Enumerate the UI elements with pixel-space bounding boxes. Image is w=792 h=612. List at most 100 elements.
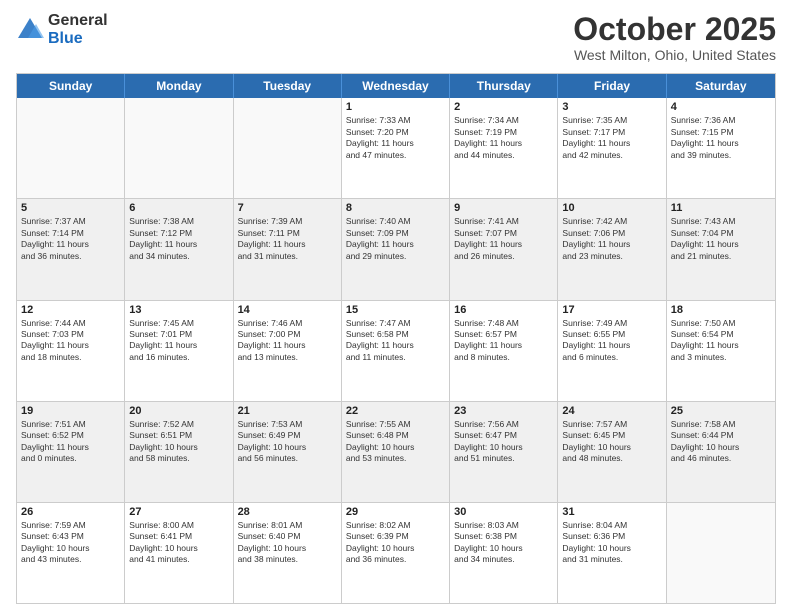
- day-number: 1: [346, 101, 445, 113]
- calendar-cell-r2c1: 13 Sunrise: 7:45 AM Sunset: 7:01 PM Dayli…: [125, 301, 233, 401]
- calendar-cell-r0c4: 2 Sunrise: 7:34 AM Sunset: 7:19 PM Daylig…: [450, 98, 558, 198]
- cell-info: Sunrise: 7:56 AM Sunset: 6:47 PM Dayligh…: [454, 419, 553, 465]
- calendar-row-1: 5Sunrise: 7:37 AM Sunset: 7:14 PM Daylig…: [17, 198, 775, 299]
- calendar-cell-r2c6: 18 Sunrise: 7:50 AM Sunset: 6:54 PM Dayli…: [667, 301, 775, 401]
- cell-info: Sunrise: 7:46 AM Sunset: 7:00 PM Dayligh…: [238, 318, 337, 364]
- cell-info: Sunrise: 7:38 AM Sunset: 7:12 PM Dayligh…: [129, 216, 228, 262]
- calendar-cell-r4c4: 30Sunrise: 8:03 AM Sunset: 6:38 PM Dayli…: [450, 503, 558, 603]
- calendar: SundayMondayTuesdayWednesdayThursdayFrid…: [16, 73, 776, 604]
- calendar-cell-r0c6: 4 Sunrise: 7:36 AM Sunset: 7:15 PM Daylig…: [667, 98, 775, 198]
- cell-info: Sunrise: 7:50 AM Sunset: 6:54 PM Dayligh…: [671, 318, 771, 364]
- calendar-row-3: 19 Sunrise: 7:51 AM Sunset: 6:52 PM Dayli…: [17, 401, 775, 502]
- calendar-cell-r4c2: 28Sunrise: 8:01 AM Sunset: 6:40 PM Dayli…: [234, 503, 342, 603]
- day-number: 11: [671, 202, 771, 214]
- day-number: 28: [238, 506, 337, 518]
- cell-info: Sunrise: 7:35 AM Sunset: 7:17 PM Dayligh…: [562, 115, 661, 161]
- calendar-row-2: 12 Sunrise: 7:44 AM Sunset: 7:03 PM Dayli…: [17, 300, 775, 401]
- calendar-cell-r3c0: 19 Sunrise: 7:51 AM Sunset: 6:52 PM Dayli…: [17, 402, 125, 502]
- cell-info: Sunrise: 7:42 AM Sunset: 7:06 PM Dayligh…: [562, 216, 661, 262]
- calendar-cell-r4c6: [667, 503, 775, 603]
- day-number: 2: [454, 101, 553, 113]
- day-number: 25: [671, 405, 771, 417]
- day-number: 31: [562, 506, 661, 518]
- cell-info: Sunrise: 7:47 AM Sunset: 6:58 PM Dayligh…: [346, 318, 445, 364]
- cell-info: Sunrise: 7:43 AM Sunset: 7:04 PM Dayligh…: [671, 216, 771, 262]
- cell-info: Sunrise: 7:51 AM Sunset: 6:52 PM Dayligh…: [21, 419, 120, 465]
- cell-info: Sunrise: 7:41 AM Sunset: 7:07 PM Dayligh…: [454, 216, 553, 262]
- day-number: 16: [454, 304, 553, 316]
- calendar-row-0: 1 Sunrise: 7:33 AM Sunset: 7:20 PM Daylig…: [17, 98, 775, 198]
- header-day-friday: Friday: [558, 74, 666, 98]
- calendar-cell-r4c5: 31 Sunrise: 8:04 AM Sunset: 6:36 PM Dayli…: [558, 503, 666, 603]
- day-number: 20: [129, 405, 228, 417]
- cell-info: Sunrise: 7:45 AM Sunset: 7:01 PM Dayligh…: [129, 318, 228, 364]
- day-number: 4: [671, 101, 771, 113]
- title-block: October 2025 West Milton, Ohio, United S…: [573, 12, 776, 63]
- header-day-monday: Monday: [125, 74, 233, 98]
- calendar-cell-r2c3: 15Sunrise: 7:47 AM Sunset: 6:58 PM Dayli…: [342, 301, 450, 401]
- cell-info: Sunrise: 7:36 AM Sunset: 7:15 PM Dayligh…: [671, 115, 771, 161]
- day-number: 27: [129, 506, 228, 518]
- calendar-cell-r0c5: 3 Sunrise: 7:35 AM Sunset: 7:17 PM Daylig…: [558, 98, 666, 198]
- calendar-cell-r0c3: 1 Sunrise: 7:33 AM Sunset: 7:20 PM Daylig…: [342, 98, 450, 198]
- day-number: 26: [21, 506, 120, 518]
- calendar-body: 1 Sunrise: 7:33 AM Sunset: 7:20 PM Daylig…: [17, 98, 775, 603]
- header-day-saturday: Saturday: [667, 74, 775, 98]
- header-day-tuesday: Tuesday: [234, 74, 342, 98]
- day-number: 19: [21, 405, 120, 417]
- cell-info: Sunrise: 8:02 AM Sunset: 6:39 PM Dayligh…: [346, 520, 445, 566]
- day-number: 18: [671, 304, 771, 316]
- calendar-cell-r4c3: 29 Sunrise: 8:02 AM Sunset: 6:39 PM Dayli…: [342, 503, 450, 603]
- logo-icon: [16, 16, 44, 44]
- logo-text: General Blue: [48, 12, 108, 47]
- calendar-cell-r1c5: 10 Sunrise: 7:42 AM Sunset: 7:06 PM Dayli…: [558, 199, 666, 299]
- day-number: 9: [454, 202, 553, 214]
- calendar-cell-r2c0: 12 Sunrise: 7:44 AM Sunset: 7:03 PM Dayli…: [17, 301, 125, 401]
- calendar-cell-r3c6: 25 Sunrise: 7:58 AM Sunset: 6:44 PM Dayli…: [667, 402, 775, 502]
- page-container: General Blue October 2025 West Milton, O…: [0, 0, 792, 612]
- header-day-wednesday: Wednesday: [342, 74, 450, 98]
- cell-info: Sunrise: 7:34 AM Sunset: 7:19 PM Dayligh…: [454, 115, 553, 161]
- day-number: 23: [454, 405, 553, 417]
- day-number: 14: [238, 304, 337, 316]
- cell-info: Sunrise: 7:39 AM Sunset: 7:11 PM Dayligh…: [238, 216, 337, 262]
- calendar-cell-r0c1: [125, 98, 233, 198]
- day-number: 7: [238, 202, 337, 214]
- day-number: 29: [346, 506, 445, 518]
- header-day-sunday: Sunday: [17, 74, 125, 98]
- day-number: 8: [346, 202, 445, 214]
- calendar-cell-r1c4: 9 Sunrise: 7:41 AM Sunset: 7:07 PM Daylig…: [450, 199, 558, 299]
- logo-blue: Blue: [48, 30, 108, 48]
- calendar-row-4: 26 Sunrise: 7:59 AM Sunset: 6:43 PM Dayli…: [17, 502, 775, 603]
- cell-info: Sunrise: 7:59 AM Sunset: 6:43 PM Dayligh…: [21, 520, 120, 566]
- cell-info: Sunrise: 8:00 AM Sunset: 6:41 PM Dayligh…: [129, 520, 228, 566]
- cell-info: Sunrise: 7:55 AM Sunset: 6:48 PM Dayligh…: [346, 419, 445, 465]
- day-number: 22: [346, 405, 445, 417]
- day-number: 6: [129, 202, 228, 214]
- day-number: 10: [562, 202, 661, 214]
- calendar-cell-r1c6: 11 Sunrise: 7:43 AM Sunset: 7:04 PM Dayli…: [667, 199, 775, 299]
- location: West Milton, Ohio, United States: [573, 47, 776, 63]
- header-day-thursday: Thursday: [450, 74, 558, 98]
- calendar-cell-r1c3: 8Sunrise: 7:40 AM Sunset: 7:09 PM Daylig…: [342, 199, 450, 299]
- calendar-cell-r1c1: 6 Sunrise: 7:38 AM Sunset: 7:12 PM Daylig…: [125, 199, 233, 299]
- cell-info: Sunrise: 7:33 AM Sunset: 7:20 PM Dayligh…: [346, 115, 445, 161]
- cell-info: Sunrise: 7:53 AM Sunset: 6:49 PM Dayligh…: [238, 419, 337, 465]
- day-number: 3: [562, 101, 661, 113]
- calendar-cell-r3c4: 23 Sunrise: 7:56 AM Sunset: 6:47 PM Dayli…: [450, 402, 558, 502]
- cell-info: Sunrise: 7:57 AM Sunset: 6:45 PM Dayligh…: [562, 419, 661, 465]
- cell-info: Sunrise: 7:49 AM Sunset: 6:55 PM Dayligh…: [562, 318, 661, 364]
- calendar-cell-r3c1: 20 Sunrise: 7:52 AM Sunset: 6:51 PM Dayli…: [125, 402, 233, 502]
- cell-info: Sunrise: 8:04 AM Sunset: 6:36 PM Dayligh…: [562, 520, 661, 566]
- page-header: General Blue October 2025 West Milton, O…: [16, 12, 776, 63]
- calendar-header: SundayMondayTuesdayWednesdayThursdayFrid…: [17, 74, 775, 98]
- calendar-cell-r3c5: 24Sunrise: 7:57 AM Sunset: 6:45 PM Dayli…: [558, 402, 666, 502]
- calendar-cell-r3c2: 21Sunrise: 7:53 AM Sunset: 6:49 PM Dayli…: [234, 402, 342, 502]
- cell-info: Sunrise: 7:52 AM Sunset: 6:51 PM Dayligh…: [129, 419, 228, 465]
- cell-info: Sunrise: 7:58 AM Sunset: 6:44 PM Dayligh…: [671, 419, 771, 465]
- cell-info: Sunrise: 7:48 AM Sunset: 6:57 PM Dayligh…: [454, 318, 553, 364]
- cell-info: Sunrise: 7:44 AM Sunset: 7:03 PM Dayligh…: [21, 318, 120, 364]
- day-number: 12: [21, 304, 120, 316]
- day-number: 13: [129, 304, 228, 316]
- calendar-cell-r0c2: [234, 98, 342, 198]
